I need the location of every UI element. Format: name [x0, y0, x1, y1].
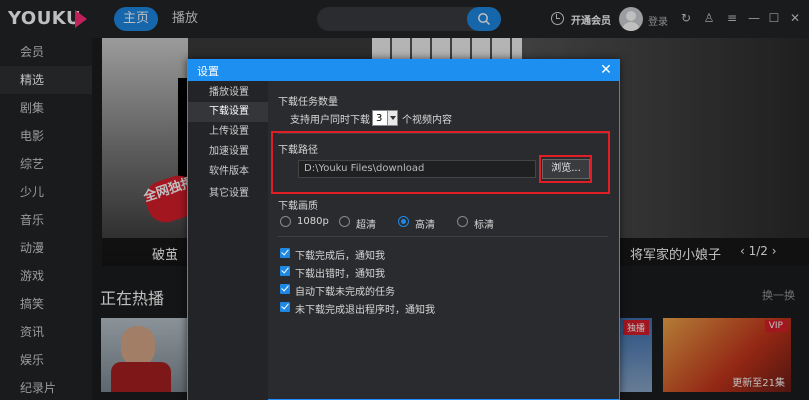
quality-radio-super[interactable]	[339, 216, 350, 227]
path-heading: 下载路径	[278, 145, 318, 156]
quality-radio-standard[interactable]	[457, 216, 468, 227]
browse-button[interactable]: 浏览...	[542, 159, 590, 179]
task-count-heading: 下载任务数量	[278, 97, 338, 108]
task-count-suffix: 个视频内容	[402, 115, 452, 126]
quality-heading: 下载画质	[278, 201, 318, 212]
quality-label-1080p: 1080p	[297, 216, 329, 227]
notify-exit-checkbox[interactable]	[280, 302, 290, 312]
chevron-down-icon[interactable]	[387, 111, 397, 125]
task-count-prefix: 支持用户同时下载	[290, 115, 370, 126]
dialog-title-bar[interactable]: 设置 ✕	[188, 60, 619, 81]
menu-upload-settings[interactable]: 上传设置	[188, 122, 268, 142]
quality-label-high: 高清	[415, 220, 435, 231]
menu-download-settings[interactable]: 下载设置	[188, 102, 268, 122]
quality-label-super: 超清	[356, 220, 376, 231]
quality-label-standard: 标清	[474, 220, 494, 231]
menu-software-version[interactable]: 软件版本	[188, 162, 268, 182]
divider	[278, 236, 608, 237]
notify-complete-checkbox[interactable]	[280, 248, 290, 258]
quality-radio-1080p[interactable]	[280, 216, 291, 227]
menu-playback-settings[interactable]: 播放设置	[188, 83, 268, 103]
download-settings-panel: 下载任务数量 支持用户同时下载 3 个视频内容 下载路径 D:\Youku Fi…	[268, 81, 619, 400]
notify-error-label: 下载出错时，通知我	[295, 269, 385, 280]
menu-acceleration-settings[interactable]: 加速设置	[188, 142, 268, 162]
notify-error-checkbox[interactable]	[280, 266, 290, 276]
notify-complete-label: 下载完成后，通知我	[295, 251, 385, 262]
settings-menu: 播放设置 下载设置 上传设置 加速设置 软件版本 其它设置	[188, 81, 268, 400]
auto-resume-checkbox[interactable]	[280, 284, 290, 294]
settings-dialog: 设置 ✕ 播放设置 下载设置 上传设置 加速设置 软件版本 其它设置 下载任务数…	[187, 59, 620, 400]
dialog-title: 设置	[197, 65, 219, 78]
quality-radio-high[interactable]	[398, 216, 409, 227]
notify-exit-label: 未下载完成退出程序时，通知我	[295, 305, 435, 316]
auto-resume-label: 自动下载未完成的任务	[295, 287, 395, 298]
download-path-field[interactable]: D:\Youku Files\download	[298, 160, 536, 178]
dialog-close-icon[interactable]: ✕	[599, 62, 613, 78]
task-count-select[interactable]: 3	[372, 110, 398, 126]
task-count-value: 3	[376, 113, 383, 124]
menu-other-settings[interactable]: 其它设置	[188, 184, 268, 204]
